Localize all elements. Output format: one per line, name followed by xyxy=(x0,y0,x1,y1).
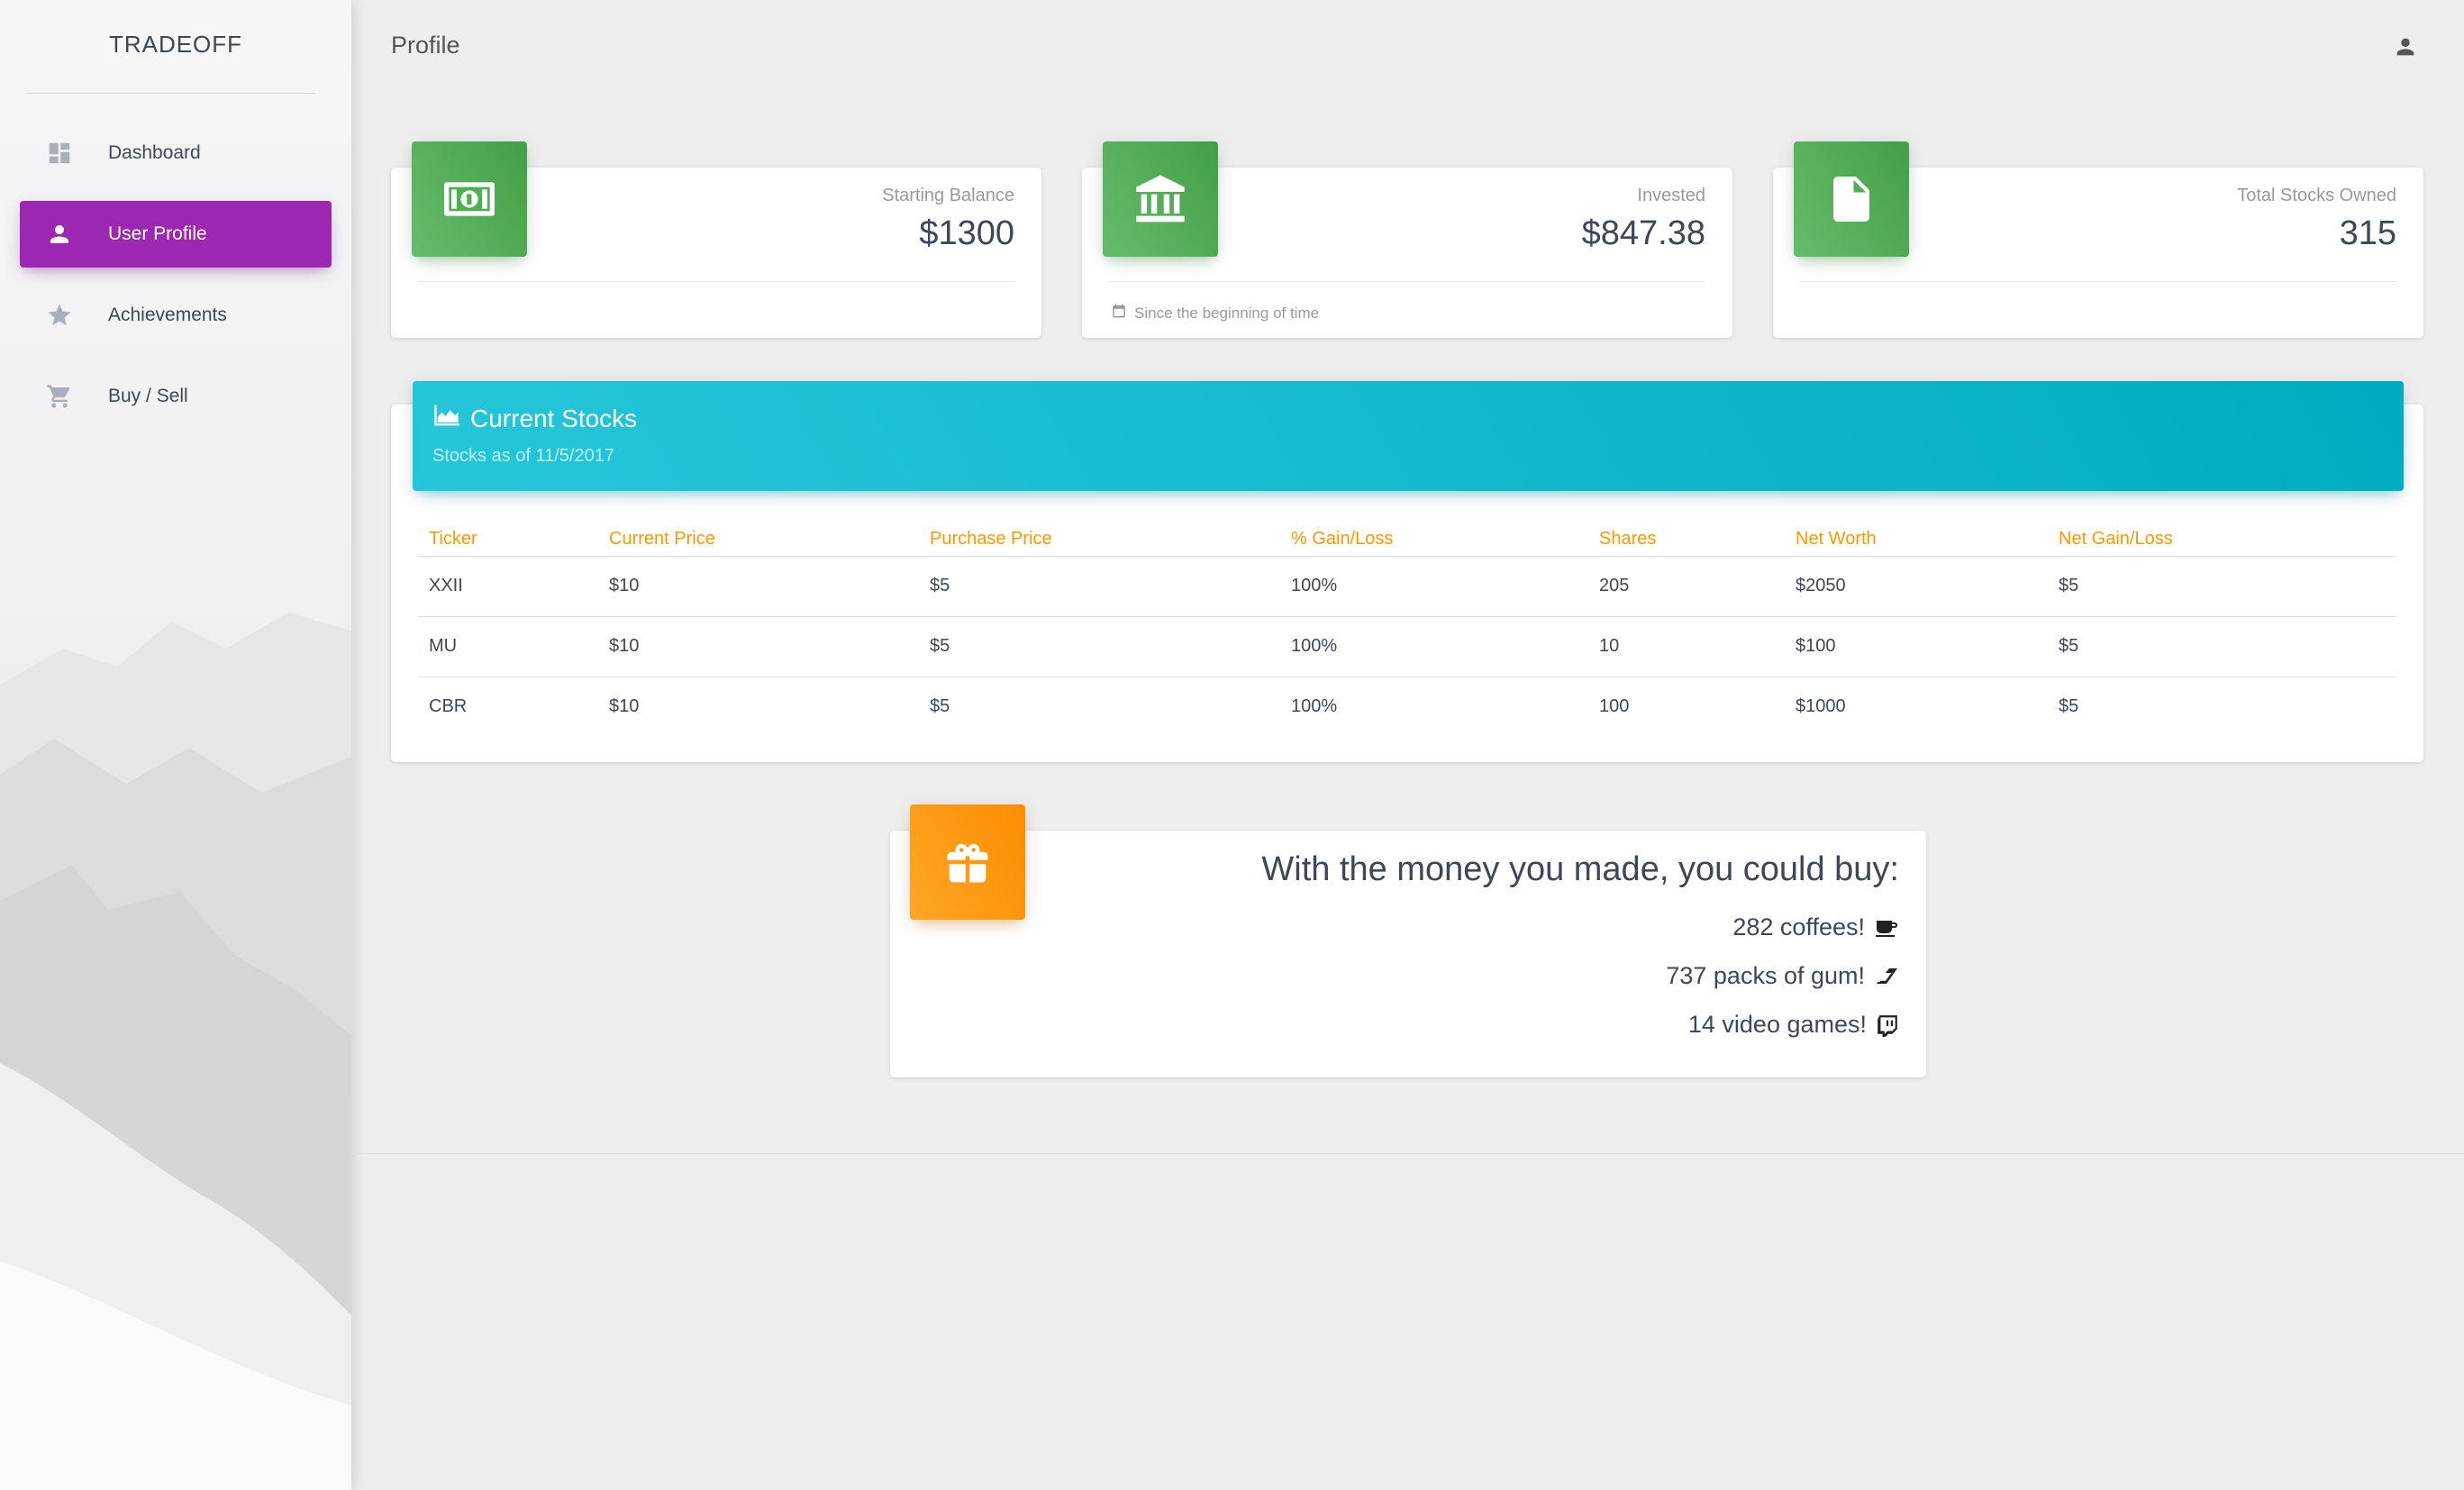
stat-divider xyxy=(1109,281,1705,282)
stat-divider xyxy=(1800,281,2396,282)
column-header: % Gain/Loss xyxy=(1280,529,1588,557)
eraser-icon xyxy=(1874,966,1899,987)
table-cell: $1000 xyxy=(1796,696,1846,717)
could-buy-text: 282 coffees! xyxy=(1732,913,1865,940)
current-stocks-title: Current Stocks xyxy=(432,403,637,434)
account-icon[interactable] xyxy=(2393,34,2418,59)
coffee-icon xyxy=(1874,917,1899,939)
table-cell: $5 xyxy=(2048,616,2396,677)
table-cell: $10 xyxy=(598,616,919,677)
sidebar-item-label: Buy / Sell xyxy=(108,386,188,406)
brand-divider xyxy=(27,93,315,94)
stat-label: Starting Balance xyxy=(882,186,1014,205)
column-header: Ticker xyxy=(418,529,598,557)
star-icon xyxy=(45,301,74,330)
page-title[interactable]: Profile xyxy=(391,32,460,59)
could-buy-text: 737 packs of gum! xyxy=(1666,962,1865,989)
current-stocks-header: Current Stocks Stocks as of 11/5/2017 xyxy=(413,381,2404,491)
sidebar-nav: Dashboard User Profile Achievements Buy … xyxy=(20,120,332,444)
table-cell: 100 xyxy=(1599,696,1630,717)
stocks-table: Ticker Current Price Purchase Price % Ga… xyxy=(418,529,2396,737)
footer-divider xyxy=(351,1153,2464,1154)
stat-value: $1300 xyxy=(919,214,1014,252)
table-cell: $5 xyxy=(2048,556,2396,617)
table-cell: $5 xyxy=(919,556,1280,617)
stat-value: 315 xyxy=(2339,214,2396,252)
calendar-icon xyxy=(1111,303,1127,323)
stat-footer-text: Since the beginning of time xyxy=(1134,304,1320,322)
table-row: MU $10 $5 100% 10 $100 $5 xyxy=(418,616,2396,677)
table-cell: $5 xyxy=(2059,696,2079,717)
stat-divider xyxy=(418,281,1014,282)
stat-label: Total Stocks Owned xyxy=(2237,186,2396,205)
cart-icon xyxy=(45,382,74,411)
table-header-row: Ticker Current Price Purchase Price % Ga… xyxy=(418,529,2396,557)
sidebar-item-achievements[interactable]: Achievements xyxy=(20,282,332,349)
sidebar-item-dashboard[interactable]: Dashboard xyxy=(20,120,332,186)
table-cell: 100% xyxy=(1280,556,1588,617)
table-cell: 10 xyxy=(1588,616,1785,677)
could-buy-card: With the money you made, you could buy: … xyxy=(890,804,1926,1077)
sidebar-item-label: Dashboard xyxy=(108,142,201,163)
column-header: Net Worth xyxy=(1785,529,2048,557)
current-stocks-subtitle: Stocks as of 11/5/2017 xyxy=(432,446,614,466)
stat-label: Invested xyxy=(1637,186,1705,205)
stat-value: $847.38 xyxy=(1581,214,1705,252)
stat-card-invested: Invested $847.38 Since the beginning of … xyxy=(1082,141,1732,338)
could-buy-title: With the money you made, you could buy: xyxy=(1261,850,1899,888)
table-cell: $100 xyxy=(1785,616,2048,677)
could-buy-item: 737 packs of gum! xyxy=(1666,962,1899,990)
stat-card-total-stocks: Total Stocks Owned 315 xyxy=(1773,141,2423,338)
table-cell: 100% xyxy=(1291,696,1338,717)
sidebar-item-user-profile[interactable]: User Profile xyxy=(20,201,332,268)
current-stocks-title-text: Current Stocks xyxy=(470,404,638,432)
dashboard-icon xyxy=(45,139,74,168)
bank-icon xyxy=(1103,141,1218,257)
sidebar-item-buy-sell[interactable]: Buy / Sell xyxy=(20,363,332,430)
sidebar-item-label: User Profile xyxy=(108,223,207,244)
table-cell: MU xyxy=(418,616,598,677)
table-cell: $5 xyxy=(919,616,1280,677)
sidebar-item-label: Achievements xyxy=(108,304,227,325)
twitch-icon xyxy=(1876,1013,1899,1037)
stat-footer: Since the beginning of time xyxy=(1111,303,1319,323)
stat-card-starting-balance: Starting Balance $1300 xyxy=(391,141,1041,338)
could-buy-text: 14 video games! xyxy=(1687,1011,1867,1038)
column-header: Shares xyxy=(1588,529,1785,557)
person-icon xyxy=(45,220,74,249)
table-cell: $10 xyxy=(609,696,640,717)
table-cell: $2050 xyxy=(1785,556,2048,617)
brand-logo-text[interactable]: TRADEOFF xyxy=(0,31,351,59)
area-chart-icon xyxy=(432,403,461,434)
document-icon xyxy=(1794,141,1909,257)
table-cell: 100% xyxy=(1280,616,1588,677)
column-header: Purchase Price xyxy=(919,529,1280,557)
table-row: XXII $10 $5 100% 205 $2050 $5 xyxy=(418,556,2396,617)
table-cell: $5 xyxy=(930,696,950,717)
could-buy-item: 14 video games! xyxy=(1688,1011,1899,1039)
table-cell: CBR xyxy=(429,696,468,717)
table-cell: XXII xyxy=(418,556,598,617)
sidebar: TRADEOFF Dashboard User Profile Achievem… xyxy=(0,0,351,1490)
table-cell: 205 xyxy=(1588,556,1785,617)
could-buy-item: 282 coffees! xyxy=(1732,913,1899,941)
table-cell: $10 xyxy=(598,556,919,617)
money-icon xyxy=(412,141,527,257)
column-header: Net Gain/Loss xyxy=(2048,529,2396,557)
gift-icon xyxy=(910,804,1025,920)
current-stocks-card: Current Stocks Stocks as of 11/5/2017 Ti… xyxy=(391,381,2423,762)
table-row: CBR $10 $5 100% 100 $1000 $5 xyxy=(418,677,2396,737)
column-header: Current Price xyxy=(598,529,919,557)
